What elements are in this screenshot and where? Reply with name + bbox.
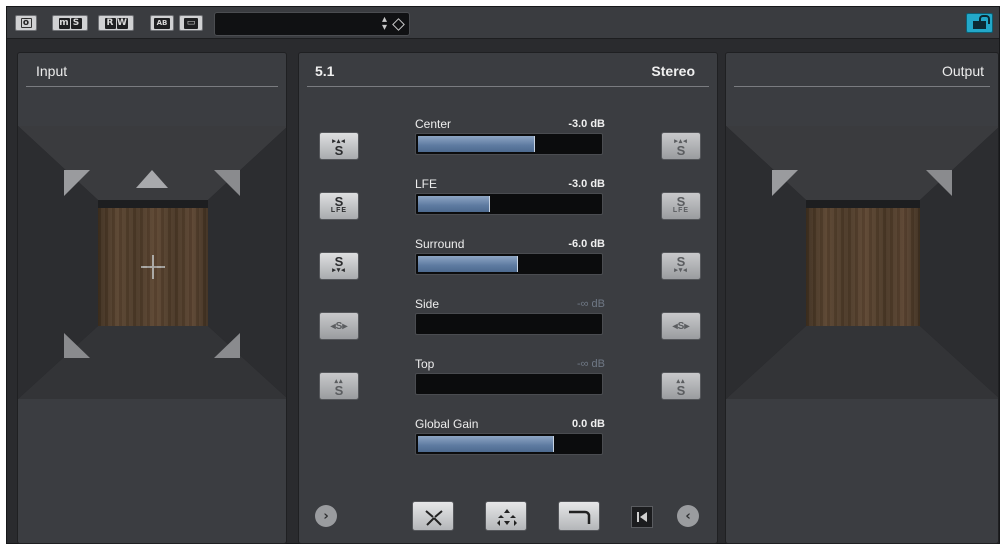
input-divider — [26, 86, 278, 87]
global-gain-slider[interactable] — [415, 433, 603, 455]
lfe-right-button[interactable]: S LFE — [661, 192, 701, 220]
lfe-gain-fill — [418, 196, 491, 212]
surround-panner-window: ö mS RW AB ▭ ▴ ▾ Input 5.1 Stereo ▸▴◂ S … — [6, 6, 1000, 544]
side-label: Side — [415, 297, 440, 311]
bypass-icon: ö — [20, 18, 32, 28]
skip-start-icon[interactable] — [631, 506, 653, 528]
surround-sub-glyph: ▸▾◂ — [332, 267, 346, 274]
lfe-right-s-glyph: S — [676, 194, 686, 209]
output-divider — [734, 86, 990, 87]
output-title: Output — [941, 63, 984, 79]
automation-write-glyph: W — [116, 17, 128, 29]
center-label: Center — [415, 117, 452, 131]
lfe-left-button[interactable]: S LFE — [319, 192, 359, 220]
center-right-button[interactable]: ▸▴◂ S — [661, 132, 701, 160]
automation-button[interactable]: RW — [98, 15, 134, 31]
center-s-glyph: S — [334, 143, 344, 158]
downmix-divider — [307, 86, 709, 87]
lfe-right-sub-glyph: LFE — [672, 207, 690, 214]
expand-right-icon[interactable]: › — [315, 505, 337, 527]
expand-left-icon[interactable]: ‹ — [677, 505, 699, 527]
settings-icon: ▭ — [184, 17, 198, 29]
monitor-m-glyph: m — [58, 17, 70, 29]
top-gain-slider[interactable] — [415, 373, 603, 395]
side-left-button[interactable]: ◂S▸ — [319, 312, 359, 340]
lfe-gain-slider[interactable] — [415, 193, 603, 215]
curve-icon[interactable] — [558, 501, 600, 531]
output-panel: Output — [725, 52, 999, 544]
surround-s-glyph: S — [334, 254, 344, 269]
center-value: -3.0 dB — [568, 118, 605, 130]
top-left-button[interactable]: ▴▴ S — [319, 372, 359, 400]
pan-position-handle[interactable] — [141, 255, 165, 279]
side-right-s-glyph: ◂S▸ — [672, 320, 690, 332]
compare-button[interactable]: AB — [150, 15, 174, 31]
output-floor — [806, 208, 920, 326]
global-gain-value: 0.0 dB — [571, 418, 605, 430]
surround-right-button[interactable]: S ▸▾◂ — [661, 252, 701, 280]
bypass-button[interactable]: ö — [15, 15, 37, 31]
preset-selector[interactable]: ▴ ▾ — [214, 12, 410, 36]
monitor-s-glyph: S — [70, 17, 82, 29]
lfe-s-glyph: S — [334, 194, 344, 209]
center-left-button[interactable]: ▸▴◂ S — [319, 132, 359, 160]
lock-icon[interactable] — [966, 13, 993, 33]
center-gain-slider[interactable] — [415, 133, 603, 155]
surround-left-button[interactable]: S ▸▾◂ — [319, 252, 359, 280]
source-format-label: 5.1 — [315, 63, 335, 79]
lfe-value: -3.0 dB — [568, 178, 605, 190]
monitor-button[interactable]: mS — [52, 15, 88, 31]
spread-icon[interactable] — [485, 501, 527, 531]
surround-right-sub-glyph: ▸▾◂ — [674, 267, 688, 274]
preset-menu-icon[interactable] — [392, 18, 405, 31]
side-value: -∞ dB — [576, 298, 605, 310]
downmix-panel: 5.1 Stereo ▸▴◂ S S LFE S ▸▾◂ ◂S▸ ▴▴ S ▸▴◂ S S… — [298, 52, 718, 544]
top-right-s-glyph: S — [676, 383, 686, 398]
input-floor — [98, 208, 208, 326]
preset-arrows-icon[interactable]: ▴ ▾ — [382, 15, 387, 33]
center-gain-fill — [418, 136, 535, 152]
top-right-button[interactable]: ▴▴ S — [661, 372, 701, 400]
top-label: Top — [415, 357, 435, 371]
surround-gain-fill — [418, 256, 519, 272]
lfe-label: LFE — [415, 177, 438, 191]
surround-value: -6.0 dB — [568, 238, 605, 250]
collapse-icon[interactable] — [412, 501, 454, 531]
side-right-button[interactable]: ◂S▸ — [661, 312, 701, 340]
surround-right-s-glyph: S — [676, 254, 686, 269]
top-value: -∞ dB — [576, 358, 605, 370]
plugin-toolbar: ö mS RW AB ▭ ▴ ▾ — [7, 7, 999, 39]
global-gain-label: Global Gain — [415, 417, 479, 431]
surround-label: Surround — [415, 237, 465, 251]
settings-button[interactable]: ▭ — [179, 15, 203, 31]
output-room-view — [726, 126, 998, 399]
global-gain-fill — [418, 436, 554, 452]
input-title: Input — [36, 63, 68, 79]
side-s-glyph: ◂S▸ — [330, 320, 348, 332]
side-gain-slider[interactable] — [415, 313, 603, 335]
input-room-view[interactable] — [18, 126, 286, 399]
surround-gain-slider[interactable] — [415, 253, 603, 275]
lfe-sub-glyph: LFE — [330, 207, 348, 214]
automation-read-glyph: R — [104, 17, 116, 29]
center-right-s-glyph: S — [676, 143, 686, 158]
input-panel: Input — [17, 52, 287, 544]
target-format-label: Stereo — [651, 63, 695, 79]
compare-ab-icon: AB — [154, 17, 170, 29]
top-s-glyph: S — [334, 383, 344, 398]
